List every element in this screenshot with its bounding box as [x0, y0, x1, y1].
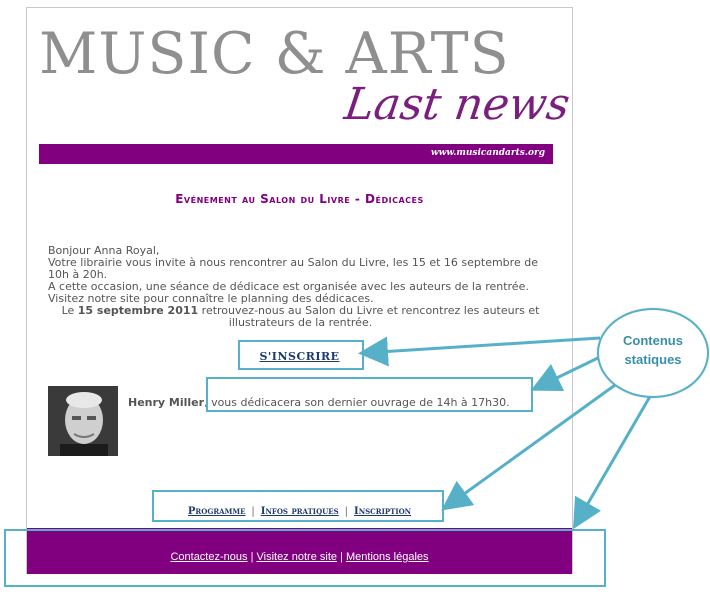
highlight-box-register: [238, 340, 364, 370]
callout-label: Contenus statiques: [599, 331, 707, 369]
masthead-bar: www.musicandarts.org: [39, 144, 553, 164]
highlight-text: Le 15 septembre 2011 retrouvez-nous au S…: [48, 305, 553, 329]
callout-line-2: statiques: [624, 352, 682, 367]
author-name: Henry Miller: [128, 396, 205, 409]
highlight-rest: retrouvez-nous au Salon du Livre et renc…: [198, 304, 540, 329]
highlight-box-nav: [152, 490, 444, 522]
author-portrait-image: [48, 386, 118, 456]
arrow-to-footer: [572, 392, 654, 530]
masthead-url: www.musicandarts.org: [430, 148, 545, 158]
callout-line-1: Contenus: [623, 333, 683, 348]
invitation-text: Votre librairie vous invite à nous renco…: [48, 256, 538, 281]
newsletter-template: MUSIC & ARTS Last news www.musicandarts.…: [26, 7, 573, 574]
author-portrait: [48, 386, 118, 456]
highlight-box-bio: [206, 377, 533, 412]
masthead-title: MUSIC & ARTS: [39, 21, 510, 87]
message-body: Bonjour Anna Royal, Votre librairie vous…: [48, 245, 553, 329]
highlight-date: 15 septembre 2011: [77, 304, 199, 317]
masthead-subtitle: Last news: [341, 79, 573, 130]
event-title: Evénement au Salon du Livre - Dédicaces: [175, 192, 424, 206]
callout-bubble: Contenus statiques: [597, 308, 709, 398]
highlight-prefix: Le: [61, 304, 78, 317]
highlight-box-footer: [4, 529, 606, 587]
